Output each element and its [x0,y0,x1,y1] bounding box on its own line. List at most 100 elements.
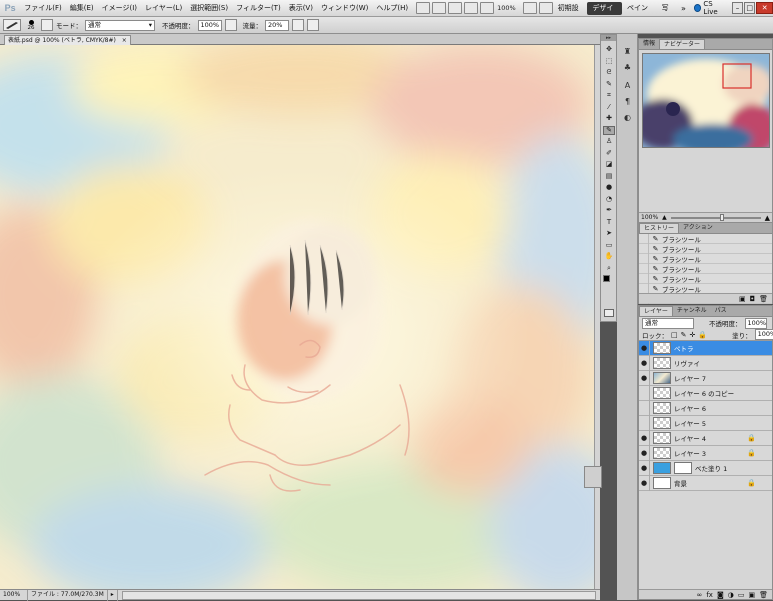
horizontal-scrollbar[interactable] [121,590,596,600]
menu-item[interactable]: レイヤー(L) [141,0,186,17]
eraser-icon[interactable]: ◪ [603,160,615,169]
menu-item[interactable]: ファイル(F) [20,0,66,17]
paragraph-icon[interactable]: ¶ [621,96,634,106]
history-brush-icon[interactable]: ✐ [603,149,615,158]
history-brush-dock-icon[interactable]: ♜ [621,46,634,56]
minimize-button[interactable]: – [731,2,744,14]
link-layers-icon[interactable]: ∞ [697,591,703,599]
menu-item[interactable]: フィルター(T) [232,0,285,17]
workspace-button[interactable]: ペイント [622,2,657,25]
tab-layers[interactable]: レイヤー [639,306,673,316]
foreground-color-swatch[interactable] [603,275,610,282]
zoom-slider[interactable] [670,213,761,221]
history-source-checkbox[interactable] [639,273,649,284]
workspace-button[interactable]: デザイン [587,1,622,25]
adjustment-layer-icon[interactable]: ◑ [728,591,734,599]
brush-preset-picker[interactable]: 26 [24,19,38,31]
pressure-opacity-icon[interactable] [224,19,237,31]
menu-item[interactable]: イメージ(I) [98,0,141,17]
eye-icon[interactable]: ● [639,370,650,386]
path-select-icon[interactable]: ➤ [603,229,615,238]
delete-layer-icon[interactable]: 🗑 [759,591,768,599]
type-icon[interactable]: T [603,218,615,227]
lasso-icon[interactable]: ᘓ [603,68,615,77]
hand-icon[interactable]: ✋ [603,252,615,261]
tab-history[interactable]: ヒストリー [639,223,680,233]
mode-select[interactable]: 通常 ▾ [85,19,155,31]
tab-info[interactable]: 情報 [639,39,659,49]
menu-item[interactable]: 選択範囲(S) [186,0,232,17]
layer-row[interactable]: ● レイヤー 7 [639,370,772,386]
history-source-checkbox[interactable] [639,253,649,264]
menu-item[interactable]: ヘルプ(H) [372,0,412,17]
zoom-icon[interactable] [480,2,495,14]
history-item[interactable]: ✎ ブラシツール [639,233,772,244]
layer-row[interactable]: ● リヴァイ [639,355,772,371]
document-canvas[interactable] [0,45,596,590]
workspace-button[interactable]: 写真 [657,2,679,25]
hand-icon[interactable] [464,2,479,14]
color-icon[interactable]: ◐ [621,112,634,122]
workspace-more-icon[interactable]: » [679,4,688,13]
new-snapshot-icon[interactable]: ◘ [750,295,756,303]
mini-bridge-icon[interactable] [432,2,447,14]
shape-icon[interactable]: ▭ [603,241,615,250]
grid-icon[interactable] [448,2,463,14]
history-item[interactable]: ✎ ブラシツール [639,253,772,264]
eye-icon[interactable]: ● [639,340,650,356]
zoom-in-icon[interactable]: ▲ [765,214,772,222]
airbrush-icon[interactable] [292,19,304,31]
flow-input[interactable]: 20% [265,19,289,31]
history-item[interactable]: ✎ ブラシツール [639,273,772,284]
eye-icon[interactable] [639,415,650,431]
history-item[interactable]: ✎ ブラシツール [639,263,772,274]
trash-icon[interactable]: 🗑 [759,295,768,303]
fill-input[interactable]: 100% [754,329,773,340]
close-icon[interactable]: × [122,37,127,44]
status-zoom[interactable]: 100% [0,589,28,601]
move-icon[interactable]: ✥ [603,45,615,54]
eye-icon[interactable]: ● [639,460,650,476]
brush-panel-icon[interactable] [41,19,53,31]
eye-icon[interactable]: ● [639,355,650,371]
eye-icon[interactable]: ● [639,475,650,491]
blur-icon[interactable]: ● [603,183,615,192]
lock-transparency-icon[interactable]: □ [671,331,678,339]
zoom-out-icon[interactable]: ▲ [662,214,667,221]
maximize-button[interactable]: □ [744,2,756,14]
document-tab[interactable]: 表紙.psd @ 100% (ペトラ, CMYK/8#) × [4,35,131,45]
brush-icon[interactable]: ✎ [603,125,615,135]
history-source-checkbox[interactable] [639,233,649,244]
fx-icon[interactable]: fx [706,591,713,599]
crop-icon[interactable]: ⌗ [603,91,615,100]
lock-all-icon[interactable]: 🔒 [698,331,707,339]
eye-icon[interactable] [639,385,650,401]
menu-item[interactable]: ウィンドウ(W) [317,0,372,17]
arrange-icon[interactable] [522,2,537,14]
new-layer-icon[interactable]: ▣ [748,591,755,599]
blend-mode-select[interactable]: 通常 [642,317,694,329]
tab-channels[interactable]: チャンネル [673,306,711,316]
history-source-checkbox[interactable] [639,283,649,294]
menu-item[interactable]: 編集(E) [66,0,98,17]
stamp-icon[interactable]: ♙ [603,137,615,146]
eyedropper-icon[interactable]: ⁄ [603,103,615,112]
history-source-checkbox[interactable] [639,243,649,254]
eye-icon[interactable]: ● [639,430,650,446]
healing-icon[interactable]: ✚ [603,114,615,123]
clone-source-icon[interactable]: ♣ [621,62,634,72]
zoom-select[interactable]: 100% [494,4,519,12]
marquee-icon[interactable]: ⬚ [603,57,615,66]
layer-row[interactable]: ● レイヤー 4 🔒 [639,430,772,446]
close-button[interactable]: ✕ [756,2,773,14]
zoom-slider-handle[interactable] [720,213,725,221]
navigator-thumbnail[interactable] [642,53,770,148]
dodge-icon[interactable]: ◔ [603,195,615,204]
opacity-input[interactable]: 100% [197,19,222,31]
lock-pixels-icon[interactable]: ✎ [681,331,687,339]
zoom-icon[interactable]: ⌕ [603,264,615,273]
history-source-checkbox[interactable] [639,263,649,274]
cslive-button[interactable]: CS Live [690,0,731,16]
add-mask-icon[interactable]: ◙ [717,591,724,599]
quick-mask-icon[interactable] [604,309,614,317]
